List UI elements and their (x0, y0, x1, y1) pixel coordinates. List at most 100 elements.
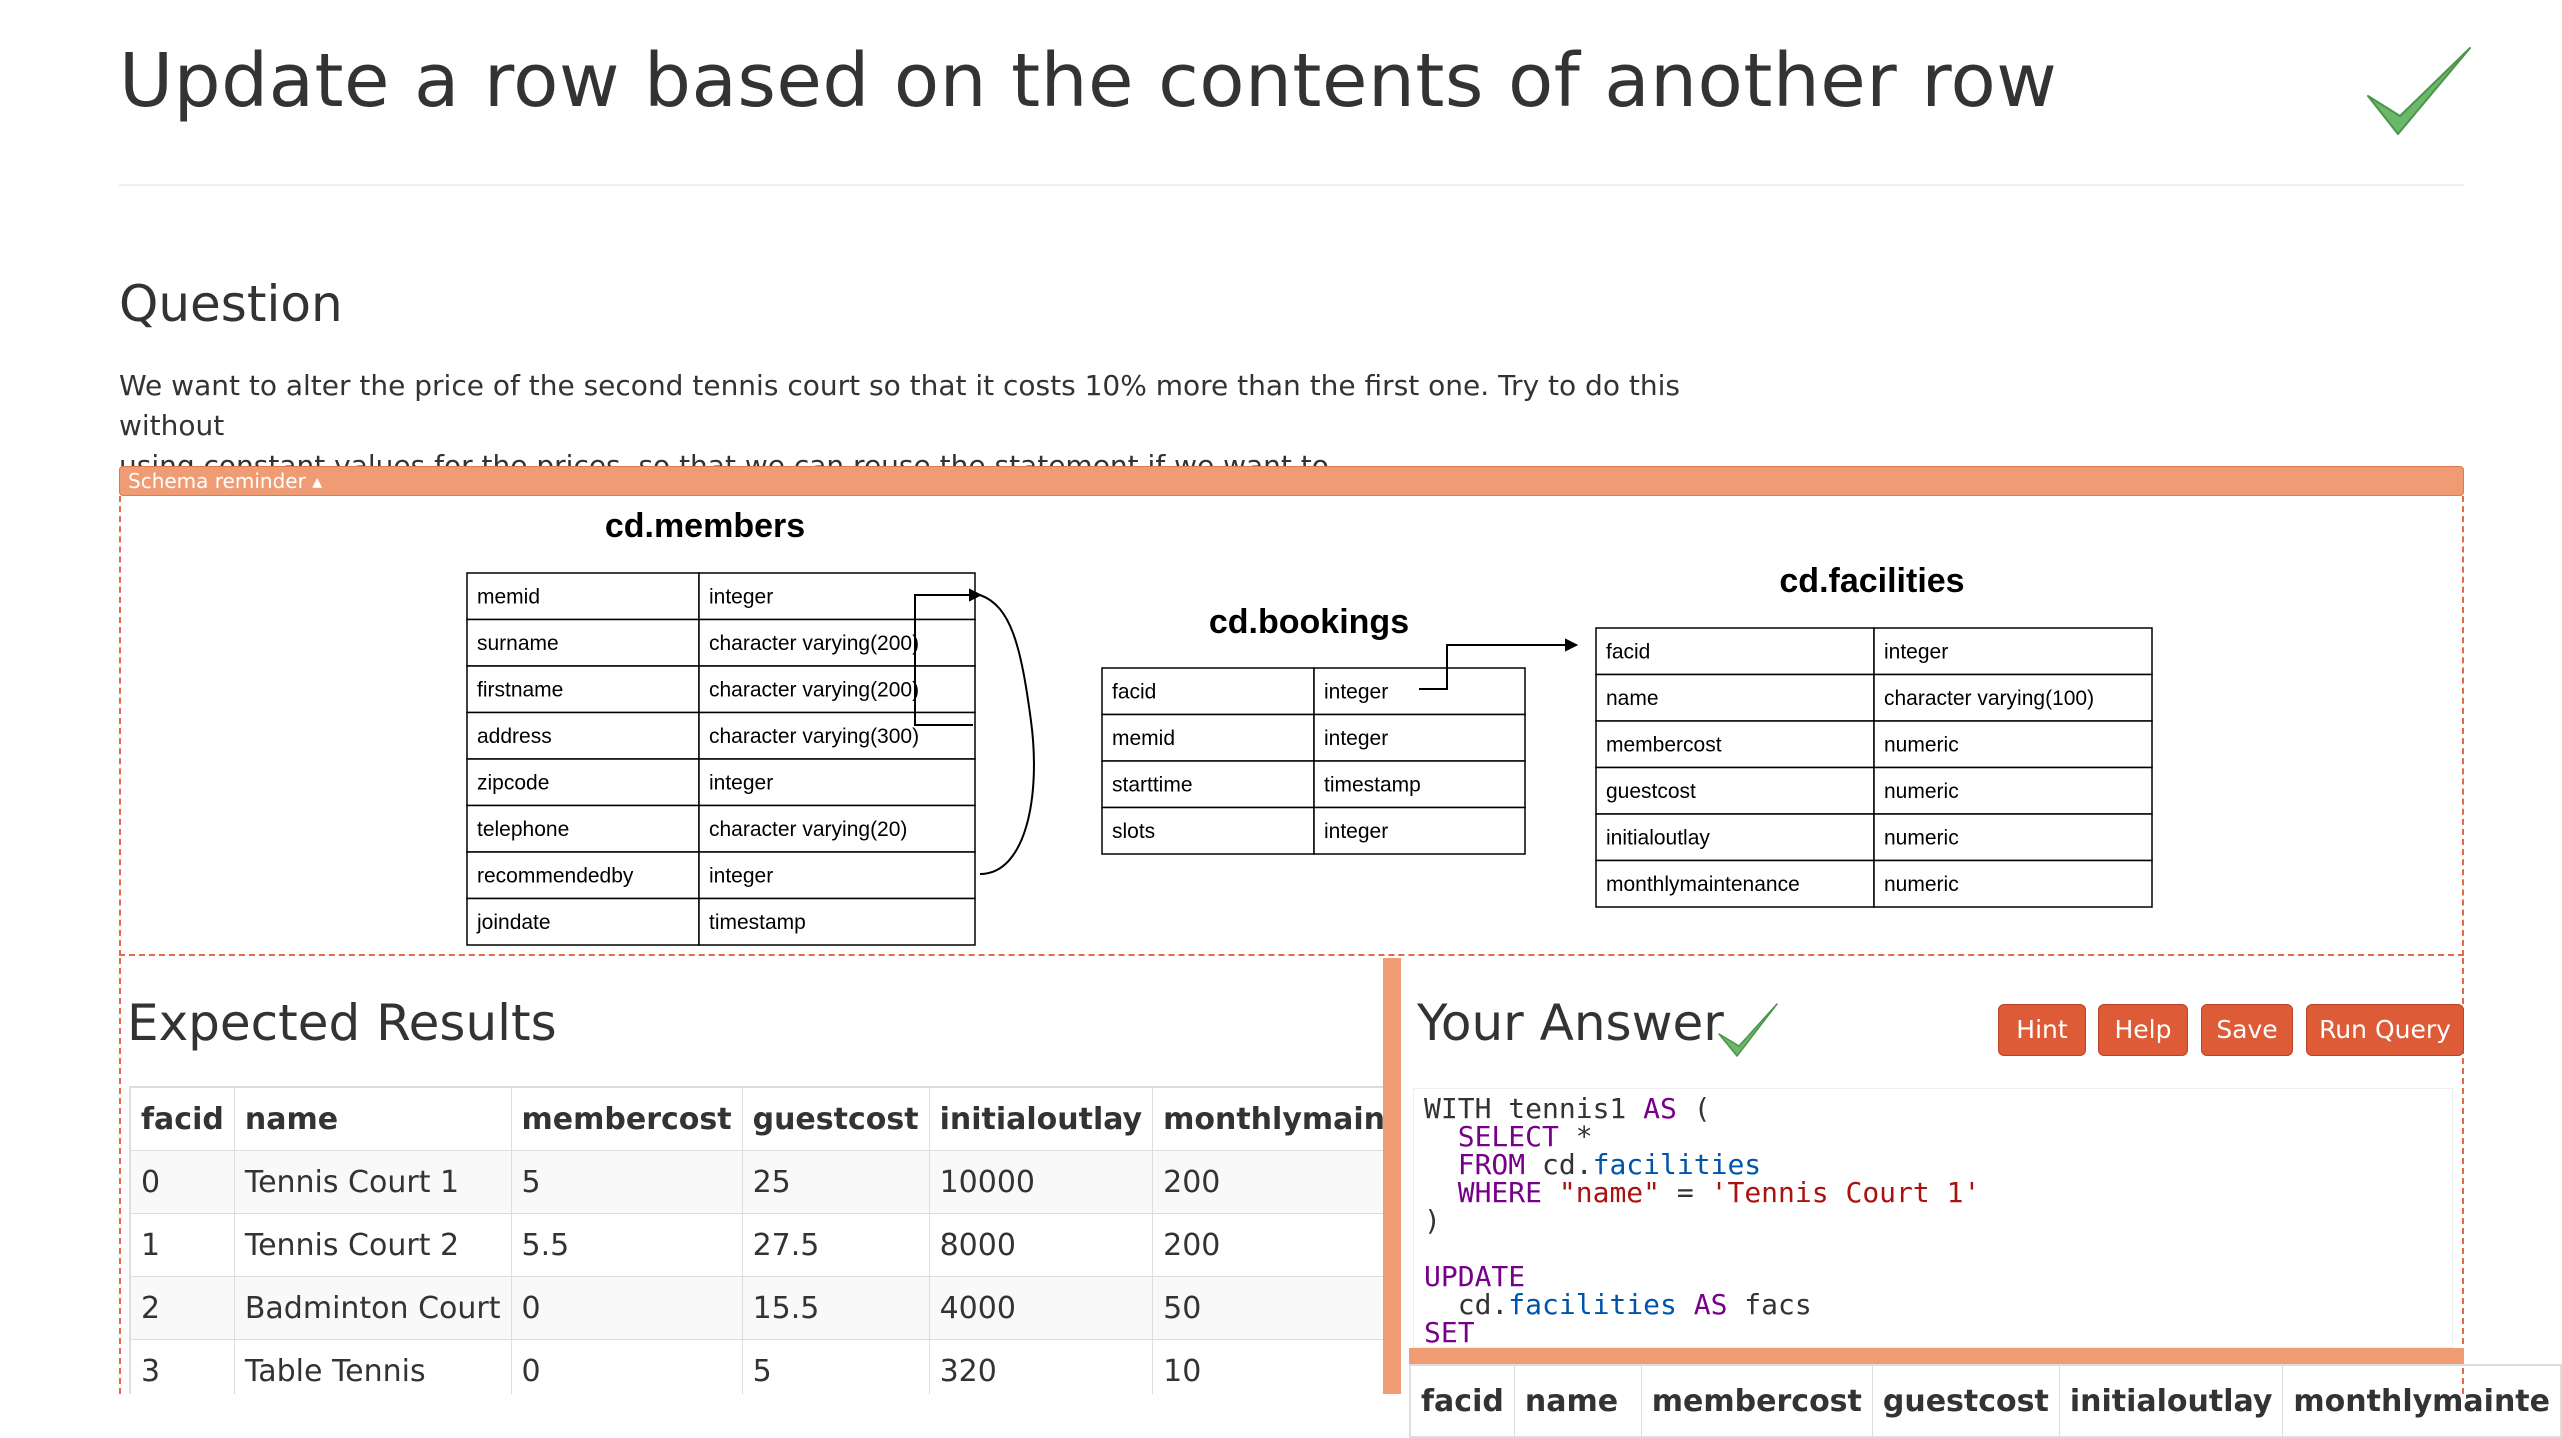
code-line: ) (1424, 1204, 1441, 1237)
table-cell: Badminton Court (233, 1276, 512, 1340)
your-answer-heading: Your Answer (1417, 994, 1724, 1052)
schema-column-type: integer (709, 864, 773, 887)
table-cell: 0 (510, 1276, 743, 1340)
column-header-monthlymaintenance: monthlymainte (2282, 1364, 2562, 1438)
hint-button[interactable]: Hint (1998, 1004, 2086, 1056)
table-cell: 5 (510, 1150, 743, 1214)
answer-correct-check-icon (1718, 1003, 1778, 1057)
table-cell: 10 (1152, 1339, 1383, 1394)
schema-diagram: cd.facilities facid integer name character v… (466, 507, 2153, 946)
save-button[interactable]: Save (2201, 1004, 2293, 1056)
schema-column-type: numeric (1884, 780, 1959, 803)
table-row: 3 Table Tennis 0 5 320 10 (129, 1339, 1383, 1394)
page-title: Update a row based on the contents of an… (119, 38, 2058, 124)
schema-table-title: cd.members (605, 507, 805, 545)
schema-column-name: starttime (1112, 773, 1193, 796)
query-results-table: facid name membercost guestcost initialo… (1409, 1364, 2562, 1438)
table-row: 2 Badminton Court 0 15.5 4000 50 (129, 1276, 1383, 1340)
panel-resize-handle[interactable] (1383, 958, 1401, 1394)
code-line: WHERE "name" = 'Tennis Court 1' (1457, 1176, 1981, 1209)
code-line: FROM cd.facilities (1457, 1148, 1762, 1181)
schema-column-name: monthlymaintenance (1606, 873, 1800, 896)
table-row: 0 Tennis Court 1 5 25 10000 200 (129, 1150, 1383, 1214)
schema-column-type: integer (1324, 680, 1388, 703)
schema-column-type: integer (1324, 727, 1388, 750)
expected-results-table: facid name membercost guestcost initialo… (129, 1086, 1383, 1394)
table-cell: Tennis Court 1 (233, 1150, 512, 1214)
expected-results-panel: Expected Results facid name membercost g… (119, 958, 1383, 1394)
code-line: cd.facilities AS facs (1424, 1288, 1812, 1321)
sql-editor[interactable]: WITH tennis1 AS ( SELECT * FROM cd.facil… (1413, 1088, 2453, 1348)
schema-column-type: timestamp (1324, 773, 1421, 796)
table-cell: 3 (129, 1339, 235, 1394)
schema-column-name: facid (1606, 640, 1650, 663)
code-line: SELECT * (1457, 1120, 1593, 1153)
code-line: SET (1424, 1316, 1475, 1348)
table-cell: 0 (129, 1150, 235, 1214)
schema-table: cd.members memid integer surname character v… (466, 507, 976, 946)
column-header-initialoutlay: initialoutlay (928, 1086, 1154, 1151)
table-cell: 8000 (928, 1213, 1154, 1277)
schema-table: cd.bookings facid integer memid integer start… (1101, 603, 1526, 855)
table-cell: 50 (1152, 1276, 1383, 1340)
schema-column-name: joindate (476, 911, 551, 934)
success-check-icon (2367, 47, 2471, 135)
recommendedby-self-reference-connector (979, 594, 1035, 875)
schema-column-name: initialoutlay (1606, 826, 1710, 849)
schema-column-type: timestamp (709, 911, 806, 934)
schema-column-name: surname (477, 632, 559, 655)
table-cell: 10000 (928, 1150, 1154, 1214)
schema-column-type: integer (1884, 640, 1948, 663)
table-cell: Table Tennis (233, 1339, 512, 1394)
code-line: WITH tennis1 AS ( (1424, 1092, 1711, 1125)
column-header-guestcost: guestcost (741, 1086, 930, 1151)
column-header-monthlymaintenance: monthlymaintenance (1152, 1086, 1383, 1151)
table-row: 1 Tennis Court 2 5.5 27.5 8000 200 (129, 1213, 1383, 1277)
schema-column-name: facid (1112, 680, 1156, 703)
table-cell: 5 (741, 1339, 930, 1394)
schema-column-type: numeric (1884, 826, 1959, 849)
expected-results-heading: Expected Results (127, 994, 557, 1052)
table-cell: 5.5 (510, 1213, 743, 1277)
schema-column-name: guestcost (1606, 780, 1696, 803)
table-cell: 200 (1152, 1150, 1383, 1214)
table-cell: 0 (510, 1339, 743, 1394)
schema-column-type: integer (709, 585, 773, 608)
run-query-button[interactable]: Run Query (2306, 1004, 2464, 1056)
schema-column-type: character varying(200) (709, 632, 919, 655)
editor-resize-handle[interactable] (1409, 1348, 2464, 1364)
schema-column-name: address (477, 725, 552, 748)
schema-column-name: membercost (1606, 733, 1722, 756)
schema-column-name: zipcode (477, 771, 549, 794)
column-header-membercost: membercost (510, 1086, 743, 1151)
question-heading: Question (119, 275, 343, 333)
column-header-membercost: membercost (1640, 1364, 1873, 1438)
table-cell: 27.5 (741, 1213, 930, 1277)
help-button[interactable]: Help (2098, 1004, 2188, 1056)
schema-column-name: name (1606, 687, 1659, 710)
schema-reminder-toggle[interactable]: Schema reminder ▴ (119, 466, 2464, 496)
table-cell: 4000 (928, 1276, 1154, 1340)
schema-table: cd.facilities facid integer name character v… (1595, 562, 2153, 908)
table-cell: 15.5 (741, 1276, 930, 1340)
schema-column-type: integer (709, 771, 773, 794)
table-cell: 320 (928, 1339, 1154, 1394)
title-divider (119, 184, 2464, 186)
schema-column-name: memid (1112, 727, 1175, 750)
question-text-line-1: We want to alter the price of the second… (119, 369, 1680, 442)
schema-column-name: slots (1112, 820, 1155, 843)
schema-column-type: character varying(100) (1884, 687, 2094, 710)
schema-column-type: character varying(200) (709, 678, 919, 701)
schema-column-name: memid (477, 585, 540, 608)
schema-column-type: numeric (1884, 733, 1959, 756)
table-header-row: facid name membercost guestcost initialo… (129, 1086, 1383, 1151)
column-header-name: name (1513, 1364, 1642, 1438)
table-header-row: facid name membercost guestcost initialo… (1409, 1364, 2562, 1438)
table-cell: 1 (129, 1213, 235, 1277)
schema-column-type: numeric (1884, 873, 1959, 896)
table-cell: 2 (129, 1276, 235, 1340)
schema-diagram-panel: cd.facilities facid integer name character v… (119, 496, 2464, 956)
schema-column-name: recommendedby (477, 864, 634, 887)
schema-column-type: character varying(300) (709, 725, 919, 748)
